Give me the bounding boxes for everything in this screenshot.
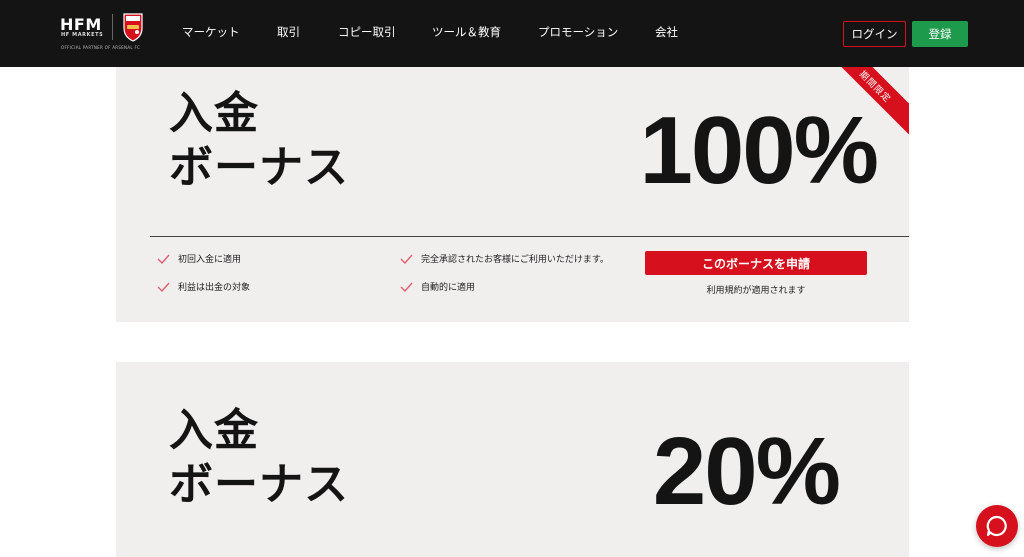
hfm-logo[interactable]: HFM HF MARKETS OFFICIAL PARTNER OF ARSEN… [60, 12, 152, 58]
bonus-title-line1: 入金 [169, 88, 259, 139]
bonus-title: 入金 ボーナス [169, 87, 349, 195]
arsenal-crest-icon [123, 13, 143, 42]
chat-widget-button[interactable] [976, 505, 1018, 547]
logo-partner-text: OFFICIAL PARTNER OF ARSENAL FC [61, 45, 141, 50]
register-button[interactable]: 登録 [912, 21, 968, 47]
feature-item: 利益は出金の対象 [157, 280, 250, 293]
check-icon [157, 254, 170, 264]
check-icon [400, 254, 413, 264]
logo-subtitle: HF MARKETS [61, 32, 104, 38]
login-button[interactable]: ログイン [843, 21, 906, 47]
bonus-percent: 20% [652, 418, 841, 525]
nav-item-markets[interactable]: マーケット [182, 24, 240, 40]
bonus-card-100: 入金 ボーナス 100% 期間限定 初回入金に適用 利益は出金の対象 完全承認さ… [116, 67, 909, 322]
claim-bonus-button[interactable]: このボーナスを申請 [645, 251, 867, 275]
feature-item: 初回入金に適用 [157, 252, 241, 265]
check-icon [157, 282, 170, 292]
feature-text: 完全承認されたお客様にご利用いただけます。 [421, 255, 609, 265]
check-icon [400, 282, 413, 292]
bonus-title-line1: 入金 [169, 405, 259, 456]
nav-item-promotions[interactable]: プロモーション [538, 24, 618, 40]
bonus-title-line2: ボーナス [169, 459, 349, 510]
section-divider [150, 236, 909, 237]
feature-text: 利益は出金の対象 [178, 283, 251, 293]
bonus-title-line2: ボーナス [169, 142, 349, 193]
terms-note: 利用規約が適用されます [706, 286, 806, 296]
bonus-title: 入金 ボーナス [169, 404, 349, 512]
top-navbar: HFM HF MARKETS OFFICIAL PARTNER OF ARSEN… [0, 0, 1024, 67]
nav-item-copy-trading[interactable]: コピー取引 [338, 24, 396, 40]
nav-item-trading[interactable]: 取引 [277, 24, 300, 40]
feature-item: 完全承認されたお客様にご利用いただけます。 [400, 252, 609, 265]
feature-text: 自動的に適用 [421, 283, 476, 293]
chat-icon [986, 515, 1007, 537]
bonus-card-20: 入金 ボーナス 20% [116, 362, 909, 557]
feature-item: 自動的に適用 [400, 280, 475, 293]
feature-text: 初回入金に適用 [178, 255, 242, 265]
nav-item-tools-education[interactable]: ツール＆教育 [432, 24, 501, 40]
bonus-percent: 100% [639, 97, 879, 204]
nav-item-company[interactable]: 会社 [655, 24, 678, 40]
logo-divider [112, 14, 113, 40]
